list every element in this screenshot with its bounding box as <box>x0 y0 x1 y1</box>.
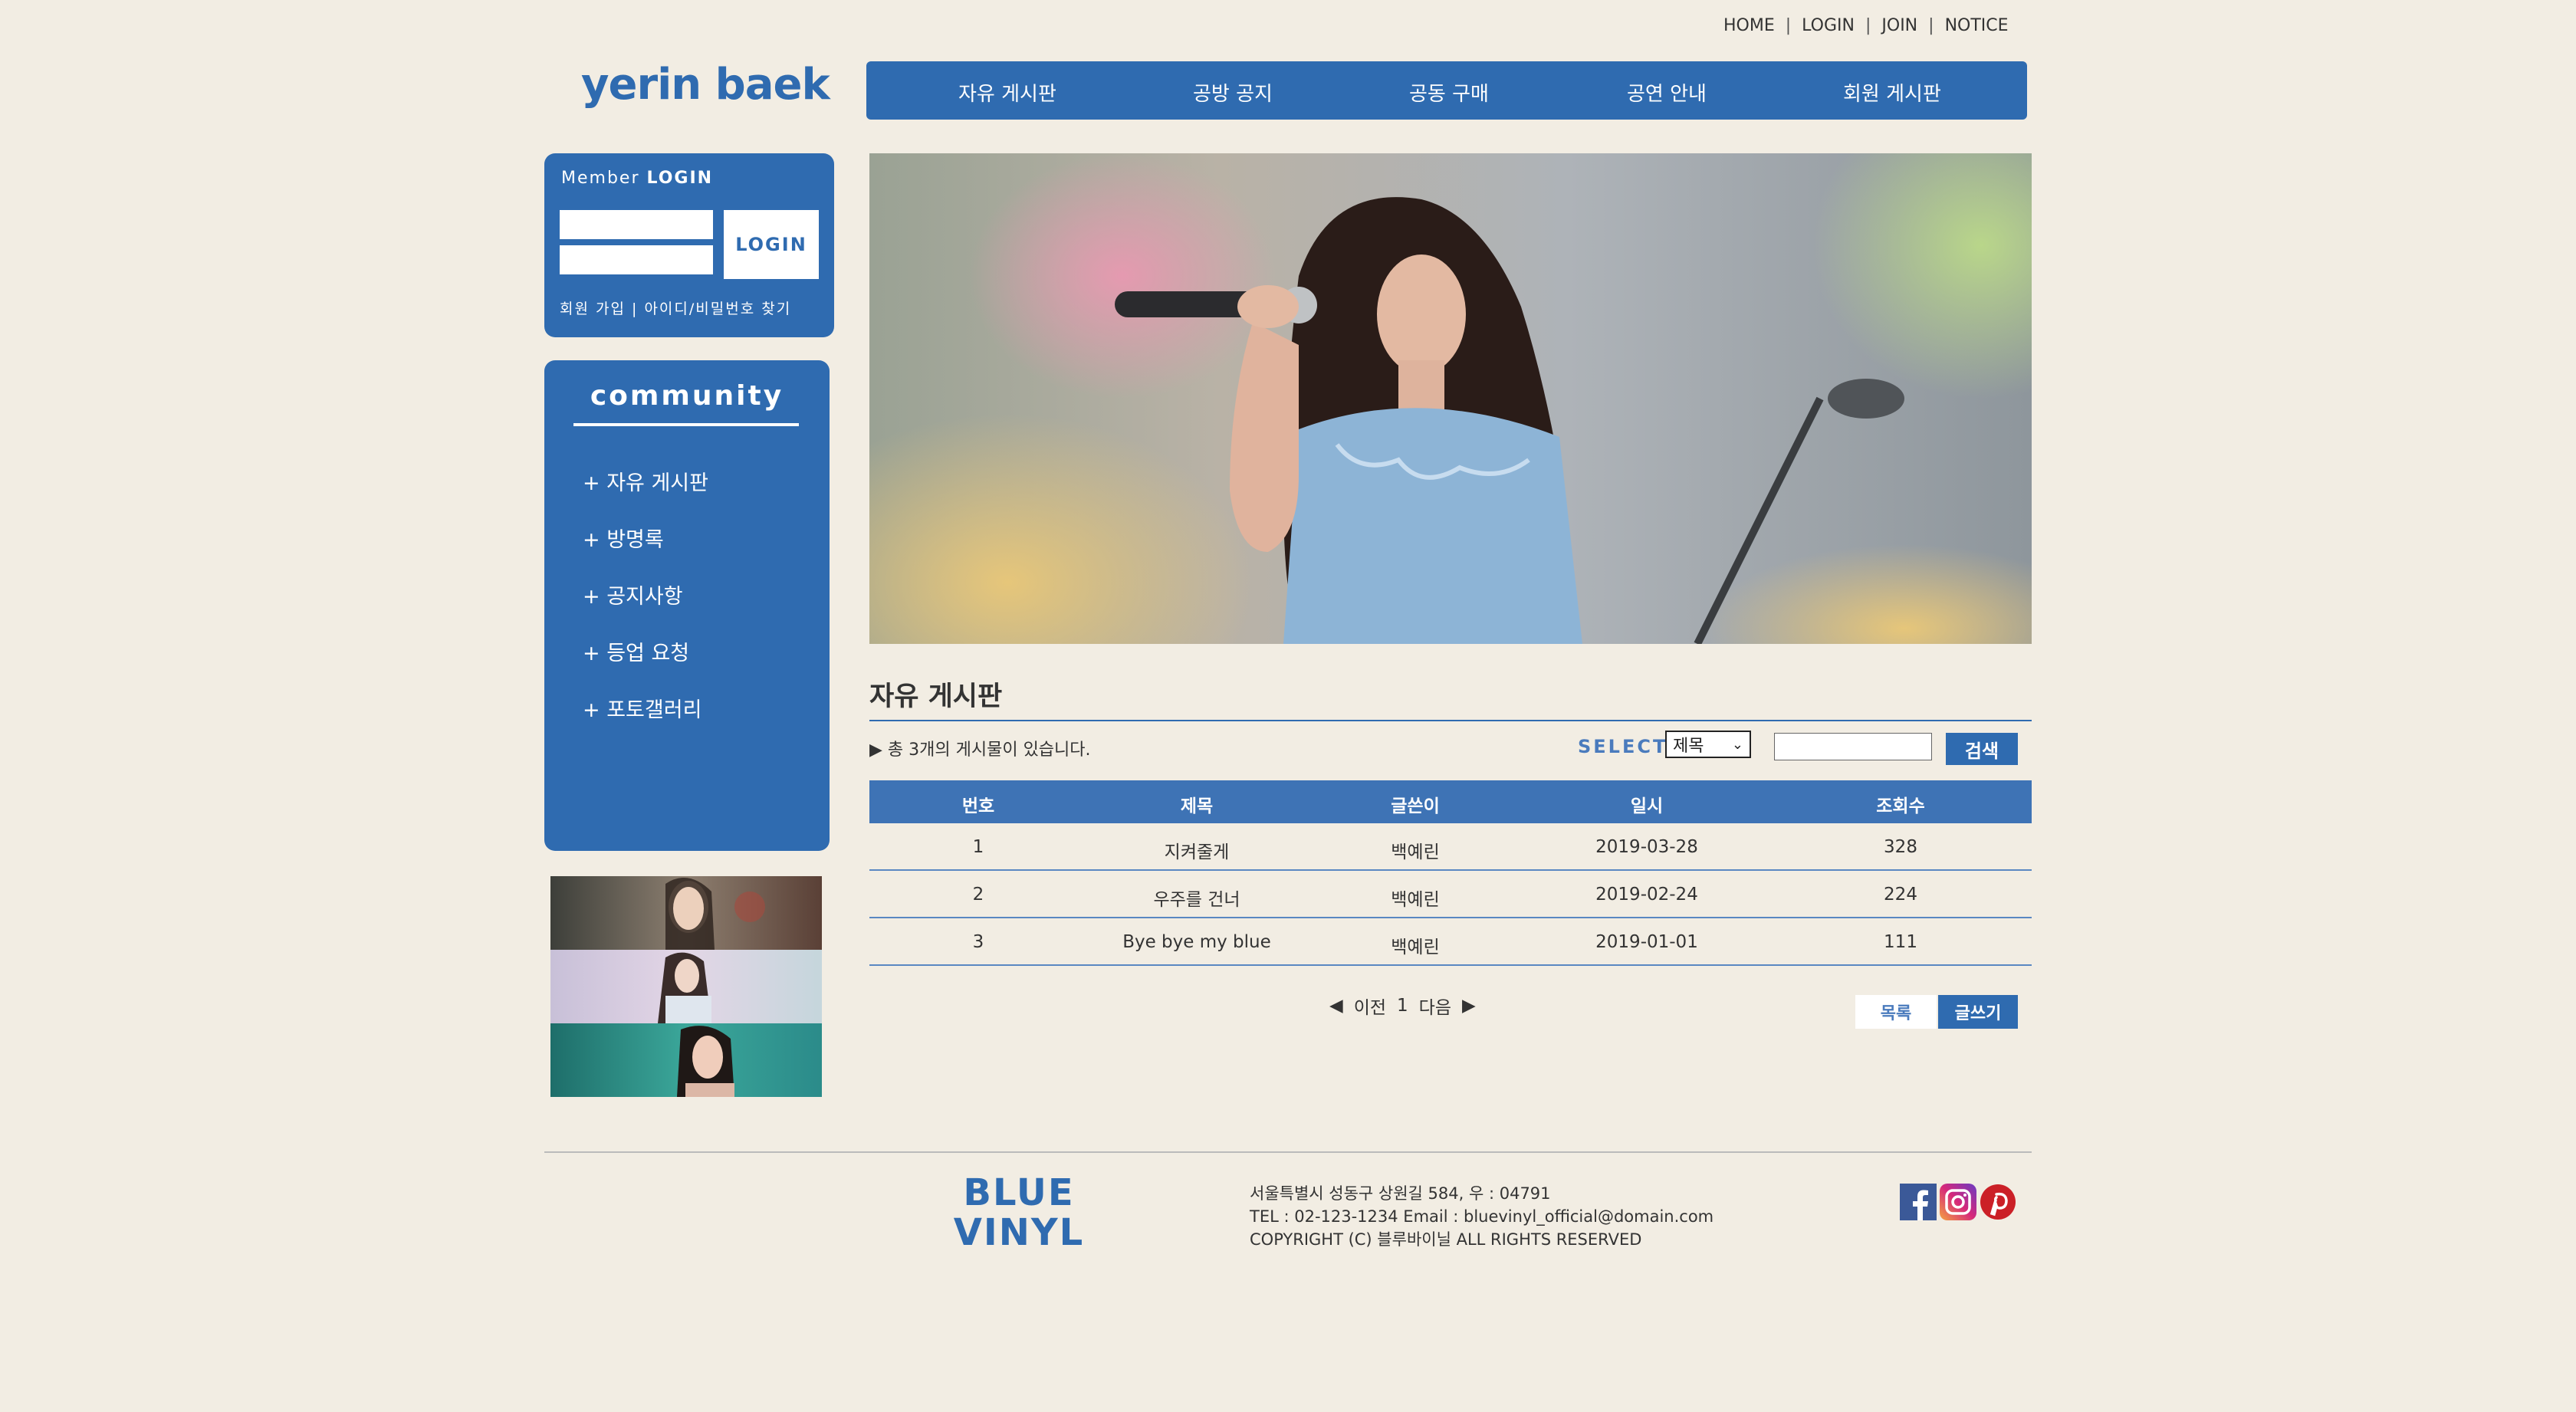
separator: | <box>1865 15 1871 35</box>
community-item-guestbook[interactable]: + 방명록 <box>583 523 664 553</box>
footer-address: 서울특별시 성동구 상원길 584, 우 : 04791 <box>1250 1184 1551 1203</box>
thumbnail-image[interactable] <box>550 1023 822 1097</box>
cell-views: 111 <box>1884 932 1917 952</box>
login-link[interactable]: LOGIN <box>1802 16 1855 35</box>
divider <box>869 720 2032 721</box>
column-header: 조회수 <box>1876 796 1925 816</box>
cell-author: 백예린 <box>1391 938 1440 957</box>
cell-number: 3 <box>972 932 984 952</box>
footer-info: 서울특별시 성동구 상원길 584, 우 : 04791 TEL : 02-12… <box>1250 1182 1714 1251</box>
footer-logo-line: VINYL <box>953 1211 1085 1254</box>
footer-copyright: COPYRIGHT (C) 블루바이닐 ALL RIGHTS RESERVED <box>1250 1230 1642 1249</box>
notice-link[interactable]: NOTICE <box>1945 16 2009 35</box>
login-button[interactable]: LOGIN <box>724 210 819 279</box>
list-button[interactable]: 목록 <box>1855 995 1937 1029</box>
column-header: 글쓴이 <box>1391 796 1440 816</box>
table-row[interactable]: 3 Bye bye my blue 백예린 2019-01-01 111 <box>869 918 2032 966</box>
search-input[interactable] <box>1774 733 1932 760</box>
prev-page-link[interactable]: 이전 <box>1354 993 1386 1019</box>
select-label: SELECT <box>1578 736 1668 757</box>
prev-arrow-icon[interactable]: ◀ <box>1329 996 1343 1016</box>
footer-logo: BLUE VINYL <box>946 1173 1092 1253</box>
select-value: 제목 <box>1673 737 1704 756</box>
separator: | <box>1928 15 1934 35</box>
write-button[interactable]: 글쓰기 <box>1938 995 2018 1029</box>
cell-title[interactable]: Bye bye my blue <box>1087 932 1306 952</box>
community-item-free-board[interactable]: + 자유 게시판 <box>583 466 708 496</box>
next-arrow-icon[interactable]: ▶ <box>1462 996 1476 1016</box>
footer-logo-line: BLUE <box>963 1171 1075 1214</box>
pinterest-icon[interactable] <box>1980 1184 2016 1220</box>
nav-group-buy[interactable]: 공동 구매 <box>1409 78 1489 107</box>
home-link[interactable]: HOME <box>1723 16 1775 35</box>
next-page-link[interactable]: 다음 <box>1419 993 1451 1019</box>
nav-workshop-notice[interactable]: 공방 공지 <box>1193 78 1273 107</box>
cell-title[interactable]: 우주를 건너 <box>1087 885 1306 911</box>
thumbnail-image[interactable] <box>550 950 822 1023</box>
login-panel: Member LOGIN LOGIN 회원 가입 | 아이디/비밀번호 찾기 <box>544 153 834 337</box>
cell-title[interactable]: 지켜줄게 <box>1087 837 1306 863</box>
table-row[interactable]: 1 지켜줄게 백예린 2019-03-28 328 <box>869 823 2032 871</box>
cell-number: 2 <box>972 885 984 905</box>
main-nav: 자유 게시판 공방 공지 공동 구매 공연 안내 회원 게시판 <box>866 61 2027 120</box>
instagram-icon[interactable] <box>1940 1184 1976 1220</box>
table-row[interactable]: 2 우주를 건너 백예린 2019-02-24 224 <box>869 871 2032 918</box>
nav-concert-info[interactable]: 공연 안내 <box>1627 78 1707 107</box>
join-link[interactable]: JOIN <box>1881 16 1917 35</box>
cell-author: 백예린 <box>1391 890 1440 910</box>
divider <box>573 423 799 426</box>
cell-date: 2019-02-24 <box>1595 885 1698 905</box>
search-field-select[interactable]: 제목 ⌄ <box>1665 731 1751 758</box>
facebook-icon[interactable] <box>1900 1184 1937 1220</box>
column-header: 번호 <box>961 796 995 816</box>
cell-number: 1 <box>972 837 984 857</box>
site-logo[interactable]: yerin baek <box>581 60 830 110</box>
cell-date: 2019-03-28 <box>1595 837 1698 857</box>
hero-image <box>869 153 2032 644</box>
post-count: ▶ 총 3개의 게시물이 있습니다. <box>869 740 1091 760</box>
username-input[interactable] <box>560 210 713 239</box>
column-header: 일시 <box>1630 796 1664 816</box>
chevron-down-icon: ⌄ <box>1731 737 1743 753</box>
board-title: 자유 게시판 <box>869 681 1003 712</box>
community-item-notice[interactable]: + 공지사항 <box>583 580 683 609</box>
top-links: HOME | LOGIN | JOIN | NOTICE <box>1723 14 2009 37</box>
community-menu: community + 자유 게시판 + 방명록 + 공지사항 + 등업 요청 … <box>544 360 830 851</box>
nav-free-board[interactable]: 자유 게시판 <box>958 78 1056 107</box>
cell-views: 224 <box>1884 885 1917 905</box>
search-button[interactable]: 검색 <box>1946 733 2018 765</box>
nav-member-board[interactable]: 회원 게시판 <box>1843 78 1941 107</box>
page-number[interactable]: 1 <box>1397 996 1408 1016</box>
thumbnail-image[interactable] <box>550 876 822 950</box>
pagination: ◀ 이전 1 다음 ▶ <box>1329 993 1476 1019</box>
cell-views: 328 <box>1884 837 1917 857</box>
login-links[interactable]: 회원 가입 | 아이디/비밀번호 찾기 <box>560 297 791 318</box>
community-title: community <box>590 380 784 412</box>
footer-contact: TEL : 02-123-1234 Email : bluevinyl_offi… <box>1250 1207 1714 1226</box>
separator: | <box>1785 15 1792 35</box>
cell-author: 백예린 <box>1391 842 1440 862</box>
community-item-level-request[interactable]: + 등업 요청 <box>583 636 689 666</box>
divider <box>544 1151 2032 1153</box>
column-header: 제목 <box>1180 796 1214 816</box>
community-item-photo-gallery[interactable]: + 포토갤러리 <box>583 693 702 723</box>
password-input[interactable] <box>560 245 713 274</box>
login-title: Member LOGIN <box>561 169 714 188</box>
cell-date: 2019-01-01 <box>1595 932 1698 952</box>
table-header: 번호 제목 글쓴이 일시 조회수 <box>869 780 2032 823</box>
